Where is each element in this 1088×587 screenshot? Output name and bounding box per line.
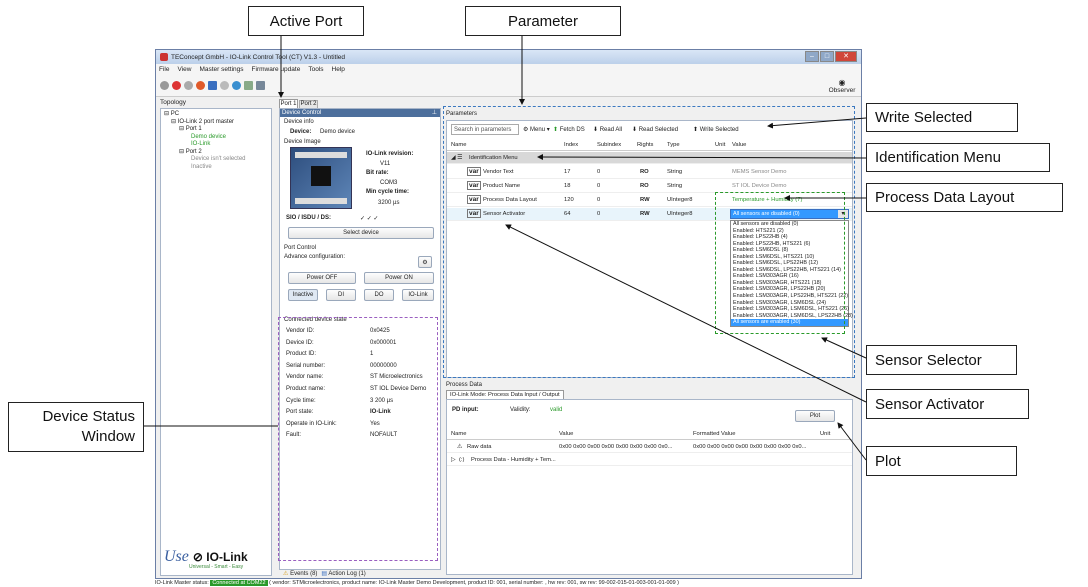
leader-sensor-activator	[505, 224, 867, 403]
leader-identification-menu	[537, 154, 867, 161]
leader-write-selected	[767, 117, 867, 129]
callout-leader-lines	[144, 36, 867, 461]
annotated-screenshot: TEConcept GmbH - IO-Link Control Tool (C…	[0, 0, 1088, 587]
leader-plot	[837, 422, 867, 461]
leader-sensor-selector	[821, 337, 867, 359]
